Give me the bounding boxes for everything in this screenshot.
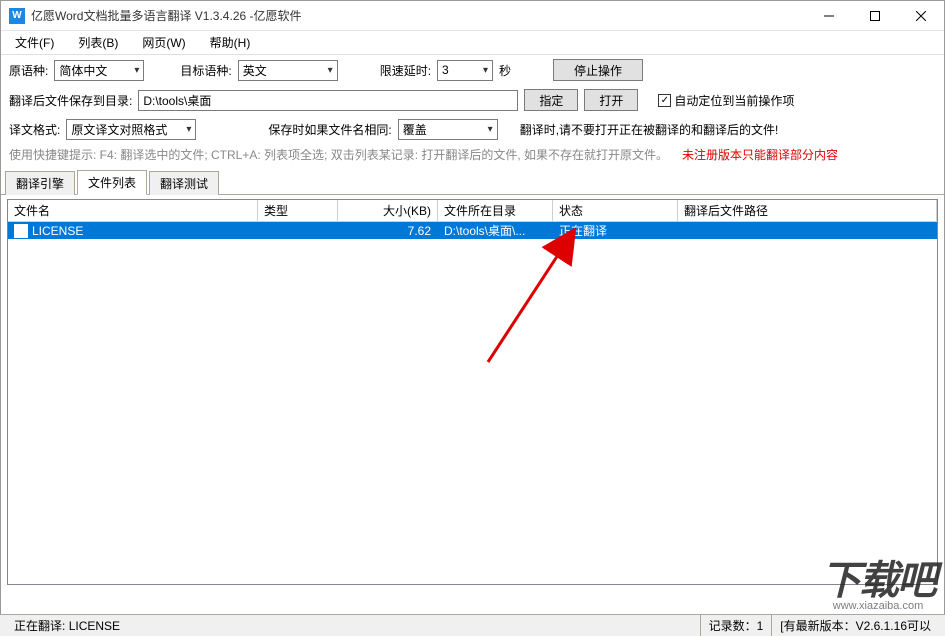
cell-name: LICENSE [8,222,258,239]
col-header-result[interactable]: 翻译后文件路径 [678,200,937,221]
annotation-arrow [358,222,618,372]
format-value: 原文译文对照格式 [71,121,182,138]
status-version: [有最新版本：V2.6.1.16可以 [772,615,939,636]
cell-dir: D:\tools\桌面\... [438,222,553,239]
menu-list[interactable]: 列表(B) [72,32,124,53]
col-header-type[interactable]: 类型 [258,200,338,221]
cell-status: 正在翻译 [553,222,678,239]
app-icon: W [9,8,25,24]
tab-test[interactable]: 翻译测试 [149,171,219,195]
rate-limit-label: 限速延时: [380,62,431,79]
source-lang-label: 原语种: [9,62,48,79]
status-translating: 正在翻译: LICENSE [6,615,701,636]
unregistered-hint: 未注册版本只能翻译部分内容 [682,146,838,163]
source-lang-value: 简体中文 [59,62,130,79]
chevron-down-icon: ▾ [488,124,493,135]
file-icon [14,224,28,238]
cell-size: 7.62 [338,222,438,239]
duplicate-label: 保存时如果文件名相同: [268,121,391,138]
hint-row: 使用快捷键提示: F4: 翻译选中的文件; CTRL+A: 列表项全选; 双击列… [1,144,944,167]
stop-button[interactable]: 停止操作 [553,59,643,81]
auto-locate-checkbox[interactable]: ✓ 自动定位到当前操作项 [658,92,794,109]
table-row[interactable]: LICENSE 7.62 D:\tools\桌面\... 正在翻译 [8,222,937,239]
toolbar-row-1: 原语种: 简体中文 ▾ 目标语种: 英文 ▾ 限速延时: 3 ▾ 秒 停止操作 [1,55,944,85]
col-header-status[interactable]: 状态 [553,200,678,221]
cell-type [258,222,338,239]
chevron-down-icon: ▾ [328,65,333,76]
file-table: 文件名 类型 大小(KB) 文件所在目录 状态 翻译后文件路径 LICENSE … [7,199,938,585]
shortcut-hint: 使用快捷键提示: F4: 翻译选中的文件; CTRL+A: 列表项全选; 双击列… [9,146,668,163]
target-lang-label: 目标语种: [180,62,231,79]
menubar: 文件(F) 列表(B) 网页(W) 帮助(H) [1,31,944,55]
close-button[interactable] [898,1,944,31]
target-lang-combo[interactable]: 英文 ▾ [238,60,338,81]
toolbar-row-3: 译文格式: 原文译文对照格式 ▾ 保存时如果文件名相同: 覆盖 ▾ 翻译时,请不… [1,115,944,144]
format-label: 译文格式: [9,121,60,138]
auto-locate-label: 自动定位到当前操作项 [674,92,794,109]
cell-result [678,222,937,239]
format-combo[interactable]: 原文译文对照格式 ▾ [66,119,196,140]
titlebar: W 亿愿Word文档批量多语言翻译 V1.3.4.26 -亿愿软件 [1,1,944,31]
save-dir-value: D:\tools\桌面 [143,92,211,109]
translate-warning: 翻译时,请不要打开正在被翻译的和翻译后的文件! [520,121,779,138]
tab-engine[interactable]: 翻译引擎 [5,171,75,195]
col-header-name[interactable]: 文件名 [8,200,258,221]
chevron-down-icon: ▾ [483,65,488,76]
duplicate-value: 覆盖 [403,121,484,138]
chevron-down-icon: ▾ [186,124,191,135]
target-lang-value: 英文 [243,62,324,79]
statusbar: 正在翻译: LICENSE 记录数： 1 [有最新版本：V2.6.1.16可以 [0,614,945,636]
window-title: 亿愿Word文档批量多语言翻译 V1.3.4.26 -亿愿软件 [31,7,806,24]
table-header: 文件名 类型 大小(KB) 文件所在目录 状态 翻译后文件路径 [8,200,937,222]
table-body: LICENSE 7.62 D:\tools\桌面\... 正在翻译 [8,222,937,239]
rate-unit: 秒 [499,62,511,79]
rate-limit-value: 3 [442,63,479,77]
locate-button[interactable]: 指定 [524,89,578,111]
source-lang-combo[interactable]: 简体中文 ▾ [54,60,144,81]
minimize-button[interactable] [806,1,852,31]
menu-file[interactable]: 文件(F) [9,32,60,53]
menu-web[interactable]: 网页(W) [136,32,191,53]
watermark-url: www.xiazaiba.com [821,600,935,612]
open-button[interactable]: 打开 [584,89,638,111]
toolbar-row-2: 翻译后文件保存到目录: D:\tools\桌面 指定 打开 ✓ 自动定位到当前操… [1,85,944,115]
tab-strip: 翻译引擎 文件列表 翻译测试 [1,169,944,195]
checkbox-icon: ✓ [658,94,671,107]
save-dir-label: 翻译后文件保存到目录: [9,92,132,109]
save-dir-input[interactable]: D:\tools\桌面 [138,90,518,111]
rate-limit-combo[interactable]: 3 ▾ [437,60,493,81]
duplicate-combo[interactable]: 覆盖 ▾ [398,119,498,140]
menu-help[interactable]: 帮助(H) [204,32,257,53]
col-header-size[interactable]: 大小(KB) [338,200,438,221]
status-count: 记录数： 1 [701,615,773,636]
col-header-dir[interactable]: 文件所在目录 [438,200,553,221]
maximize-button[interactable] [852,1,898,31]
tab-file-list[interactable]: 文件列表 [77,170,147,195]
chevron-down-icon: ▾ [134,65,139,76]
